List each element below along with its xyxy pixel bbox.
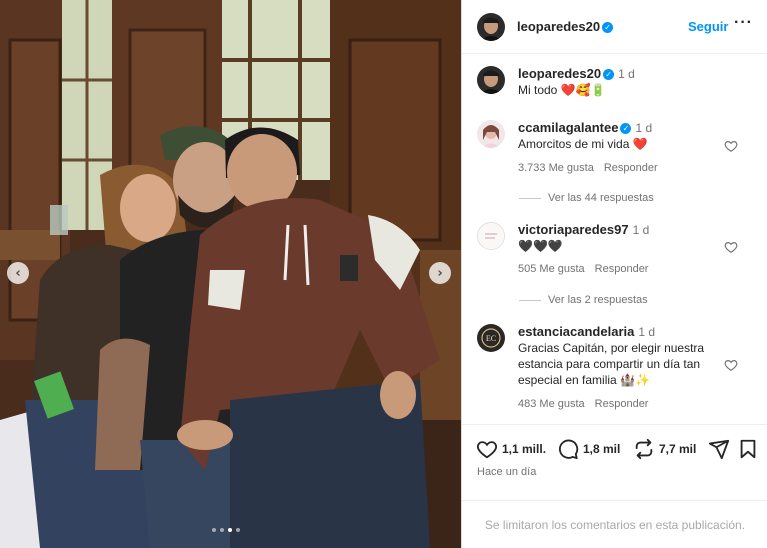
comment-likes[interactable]: 3.733 Me gusta [518, 162, 594, 174]
caption-username[interactable]: leoparedes20 [518, 66, 601, 81]
post-header: leoparedes20 ✓ Seguir ··· [462, 0, 767, 54]
caption-text: Mi todo ❤️🥰🔋 [518, 83, 606, 97]
comment-username[interactable]: victoriaparedes97 [518, 222, 629, 237]
comments-count[interactable]: 1,8 mil [583, 442, 620, 456]
comment-text: Amorcitos de mi vida ❤️ [518, 137, 648, 151]
reply-button[interactable]: Responder [595, 263, 649, 275]
comment-time[interactable]: 1 d [635, 121, 652, 135]
carousel-dot [220, 528, 224, 532]
verified-badge-icon: ✓ [602, 22, 614, 33]
commenter-avatar[interactable] [477, 120, 505, 148]
carousel-next-button[interactable]: › [429, 262, 451, 284]
share-button[interactable] [708, 438, 730, 460]
comment-meta: 483 Me gusta Responder [518, 398, 648, 410]
follow-button[interactable]: Seguir [688, 19, 728, 34]
comment-time[interactable]: 1 d [633, 223, 650, 237]
family-photo-illustration [0, 0, 461, 548]
post-side-panel: leoparedes20 ✓ Seguir ··· leoparedes20 ✓ 1 … [461, 0, 767, 548]
save-button[interactable] [738, 438, 758, 460]
carousel-indicator [212, 528, 240, 532]
comments-limited-notice: Se limitaron los comentarios en esta pub… [462, 500, 767, 548]
view-replies-label[interactable]: Ver las 44 respuestas [548, 192, 654, 204]
comment-name-row: ccamilagalantee ✓ 1 d [518, 120, 652, 136]
author-name-row[interactable]: leoparedes20 ✓ [517, 19, 614, 34]
comment-time[interactable]: 1 d [638, 325, 655, 339]
carousel-prev-button[interactable]: ‹ [7, 262, 29, 284]
view-replies-button[interactable]: Ver las 2 respuestas [519, 294, 648, 306]
caption-name-row: leoparedes20 ✓ 1 d [518, 66, 635, 82]
like-comment-heart-icon[interactable] [724, 240, 738, 254]
post-actions-bar: 1,1 mill. 1,8 mil 7,7 mil Hace un día [462, 424, 767, 484]
comment-meta: 505 Me gusta Responder [518, 263, 648, 275]
verified-badge-icon: ✓ [620, 123, 632, 134]
reply-button[interactable]: Responder [595, 398, 649, 410]
reposts-count[interactable]: 7,7 mil [659, 442, 696, 456]
caption-time[interactable]: 1 d [618, 67, 635, 81]
post-photo[interactable]: ‹ › [0, 0, 461, 548]
comment-username[interactable]: ccamilagalantee [518, 120, 618, 135]
comment-text-line: estancia para compartir un día tan [518, 357, 701, 371]
repost-icon [635, 438, 653, 460]
comment-text-line: Gracias Capitán, por elegir nuestra [518, 341, 705, 355]
carousel-dot-active [228, 528, 232, 532]
like-button[interactable]: 1,1 mill. [476, 438, 546, 460]
comment-likes[interactable]: 505 Me gusta [518, 263, 585, 275]
like-comment-heart-icon[interactable] [724, 358, 738, 372]
carousel-dot [236, 528, 240, 532]
author-username[interactable]: leoparedes20 [517, 19, 600, 34]
verified-badge-icon: ✓ [603, 69, 615, 80]
repost-button[interactable]: 7,7 mil [633, 438, 696, 460]
post-time-ago[interactable]: Hace un día [477, 466, 536, 478]
like-comment-heart-icon[interactable] [724, 139, 738, 153]
heart-icon [476, 441, 498, 459]
comment-username[interactable]: estanciacandelaria [518, 324, 634, 339]
comment-bubble-icon [559, 439, 579, 460]
carousel-dot [212, 528, 216, 532]
view-replies-button[interactable]: Ver las 44 respuestas [519, 192, 654, 204]
bookmark-icon [740, 439, 756, 459]
comment-text: 🖤🖤🖤 [518, 239, 563, 253]
comment-text-line: especial en familia 🏰✨ [518, 373, 650, 387]
more-options-button[interactable]: ··· [734, 14, 753, 32]
comment-button[interactable]: 1,8 mil [557, 438, 620, 460]
commenter-avatar[interactable] [477, 222, 505, 250]
svg-text:EC: EC [486, 334, 496, 343]
send-paper-plane-icon [708, 439, 730, 460]
caption-avatar[interactable] [477, 66, 505, 94]
commenter-avatar[interactable]: EC [477, 324, 505, 352]
reply-button[interactable]: Responder [604, 162, 658, 174]
comment-name-row: victoriaparedes97 1 d [518, 222, 649, 238]
likes-count[interactable]: 1,1 mill. [502, 442, 546, 456]
comment-meta: 3.733 Me gusta Responder [518, 162, 658, 174]
author-avatar[interactable] [477, 13, 505, 41]
view-replies-label[interactable]: Ver las 2 respuestas [548, 294, 648, 306]
comment-likes[interactable]: 483 Me gusta [518, 398, 585, 410]
comment-name-row: estanciacandelaria 1 d [518, 324, 655, 340]
